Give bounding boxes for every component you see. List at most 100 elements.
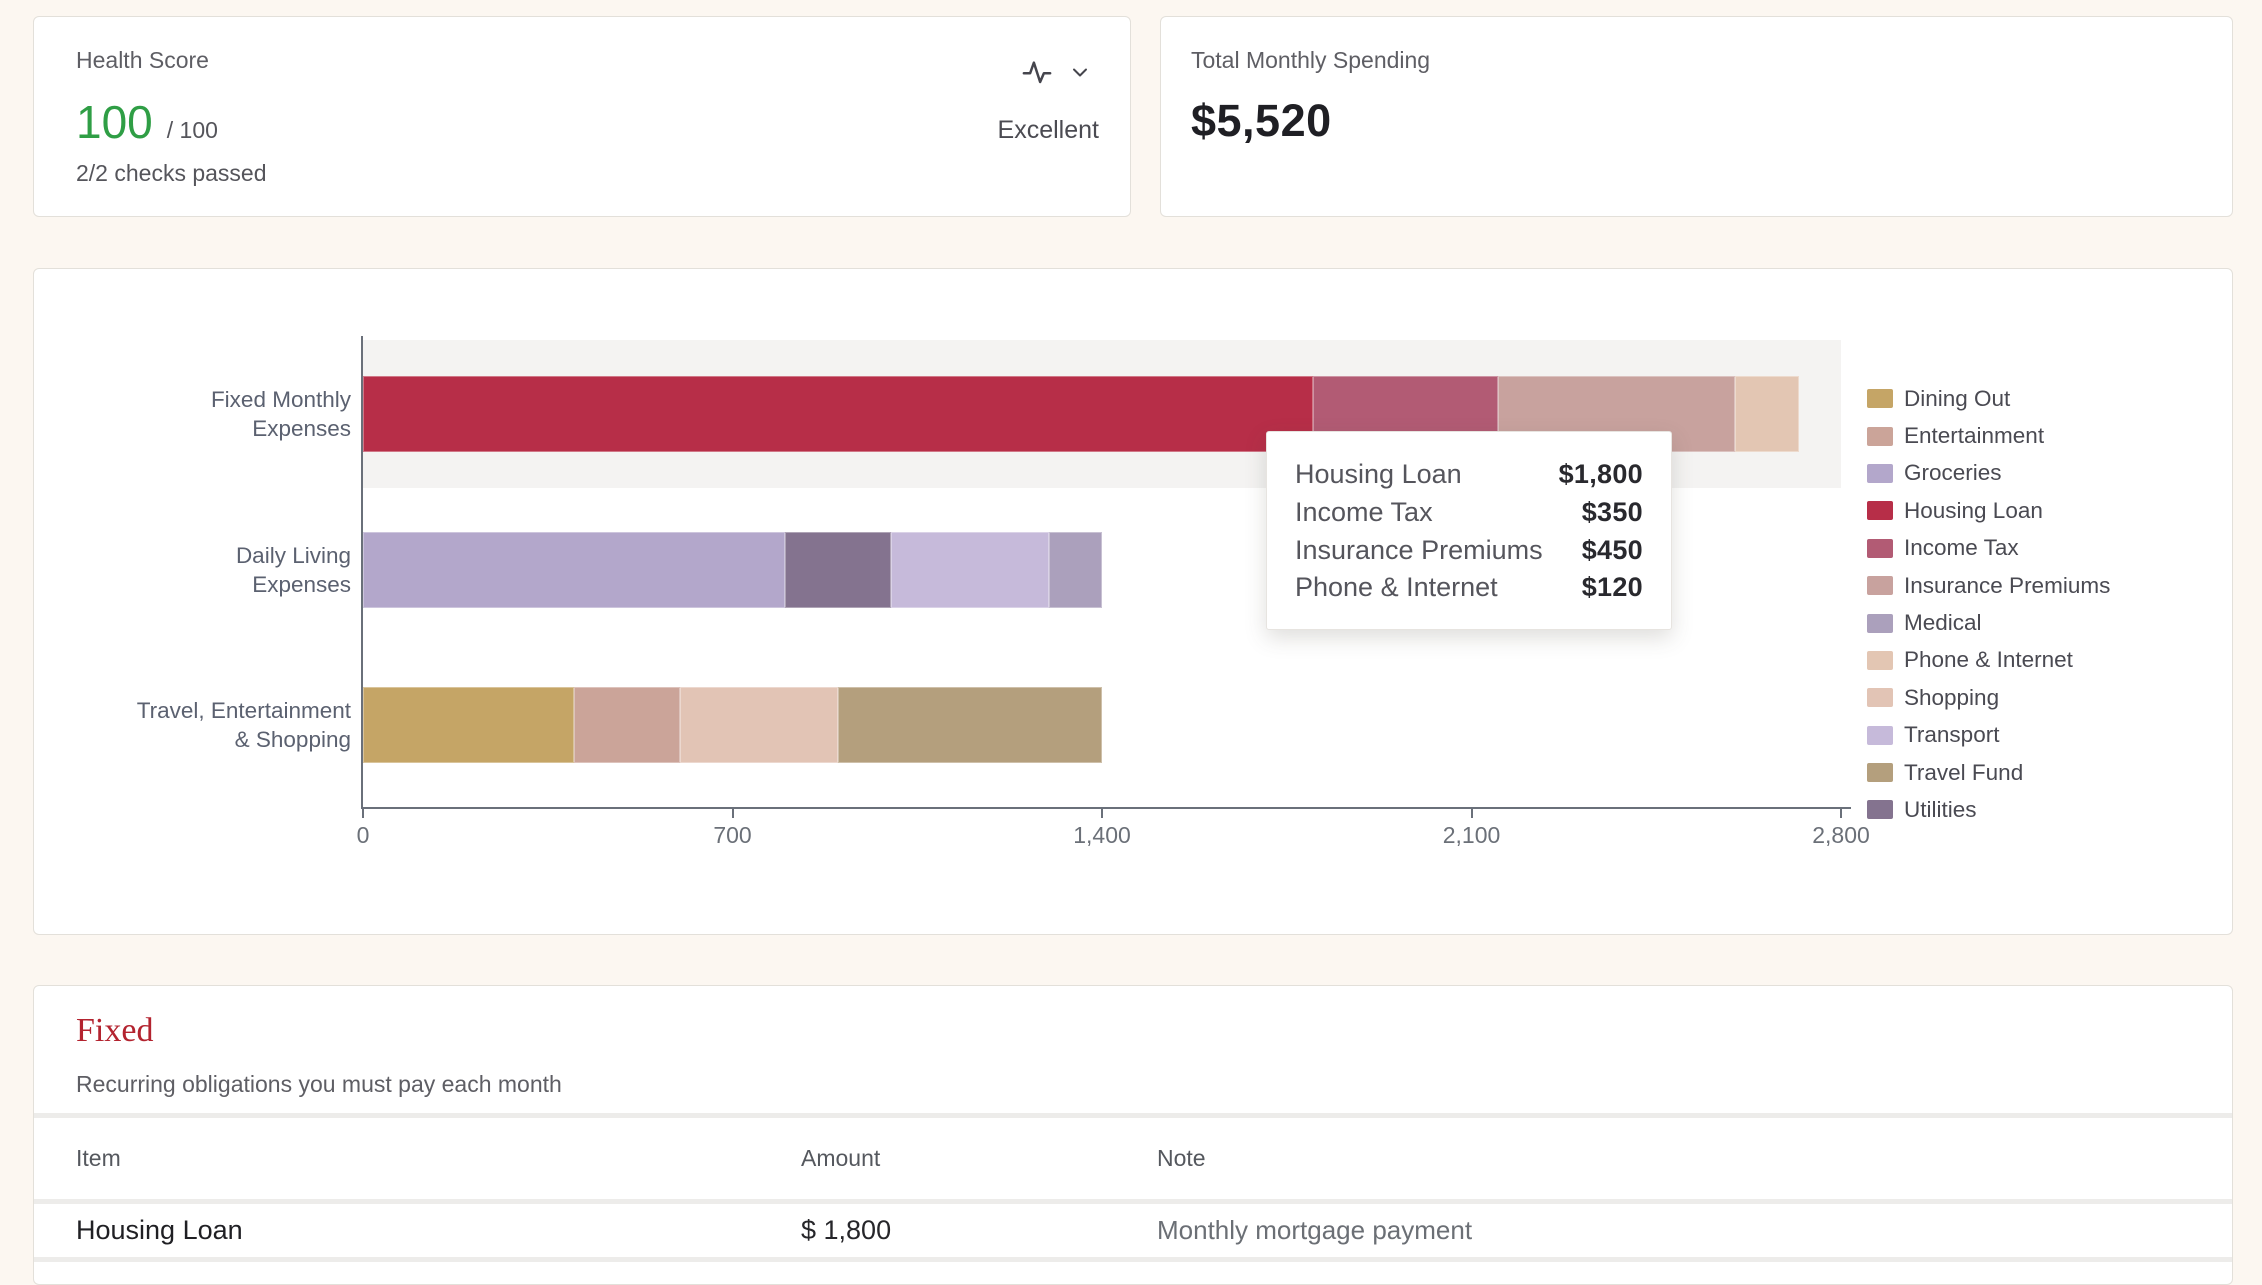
- bar-segment-utilities[interactable]: [785, 532, 891, 608]
- legend-item-entertainment: Entertainment: [1867, 417, 2110, 454]
- column-header-item: Item: [76, 1118, 121, 1199]
- legend-swatch: [1867, 389, 1893, 408]
- tooltip-label: Insurance Premiums: [1295, 535, 1543, 566]
- legend-item-housing-loan: Housing Loan: [1867, 492, 2110, 529]
- legend-item-transport: Transport: [1867, 717, 2110, 754]
- bar-segment-transport[interactable]: [891, 532, 1049, 608]
- legend-item-utilities: Utilities: [1867, 791, 2110, 828]
- category-labels: Fixed MonthlyExpenses Daily LivingExpense…: [34, 340, 351, 807]
- bar-segment-phone-internet[interactable]: [1735, 376, 1798, 452]
- health-score-max: / 100: [167, 117, 218, 144]
- divider: [34, 1257, 2232, 1262]
- x-axis-tick: [732, 809, 734, 818]
- legend-item-travel-fund: Travel Fund: [1867, 754, 2110, 791]
- legend-item-shopping: Shopping: [1867, 679, 2110, 716]
- stacked-bar-daily-living-expenses: [363, 532, 1102, 608]
- bar-segment-travel-fund[interactable]: [838, 687, 1102, 763]
- health-score-menu[interactable]: [1022, 57, 1092, 87]
- section-title: Fixed: [76, 1012, 153, 1050]
- x-axis-tick-label: 2,100: [1443, 822, 1501, 849]
- legend-swatch: [1867, 651, 1893, 670]
- bar-segment-groceries[interactable]: [363, 532, 785, 608]
- bar-segment-shopping[interactable]: [680, 687, 838, 763]
- chevron-down-icon[interactable]: [1068, 60, 1092, 84]
- legend-item-groceries: Groceries: [1867, 455, 2110, 492]
- table-cell-item: Housing Loan: [76, 1204, 243, 1257]
- chart-legend: Dining Out Entertainment Groceries Housing …: [1867, 380, 2110, 829]
- divider: [34, 1199, 2232, 1204]
- health-score-value-row: 100 / 100: [76, 99, 218, 145]
- legend-label: Housing Loan: [1904, 498, 2043, 524]
- x-axis-tick-label: 1,400: [1073, 822, 1131, 849]
- stacked-bar-travel-entertainment-shopping: [363, 687, 1102, 763]
- x-axis-tick-label: 2,800: [1812, 822, 1870, 849]
- tooltip-value: $1,800: [1559, 459, 1643, 490]
- legend-swatch: [1867, 501, 1893, 520]
- legend-swatch: [1867, 688, 1893, 707]
- legend-swatch: [1867, 614, 1893, 633]
- legend-swatch: [1867, 539, 1893, 558]
- tooltip-value: $350: [1582, 497, 1643, 528]
- x-axis-line: [361, 807, 1851, 809]
- legend-swatch: [1867, 427, 1893, 446]
- legend-label: Phone & Internet: [1904, 647, 2073, 673]
- table-cell-amount: $ 1,800: [801, 1204, 891, 1257]
- x-axis-tick: [1840, 809, 1842, 818]
- total-spending-title: Total Monthly Spending: [1191, 47, 1430, 74]
- legend-item-income-tax: Income Tax: [1867, 530, 2110, 567]
- legend-label: Shopping: [1904, 685, 1999, 711]
- x-axis-tick-label: 700: [713, 822, 751, 849]
- tooltip-label: Housing Loan: [1295, 459, 1462, 490]
- tooltip-row-housing-loan: Housing Loan $1,800: [1295, 456, 1643, 494]
- legend-swatch: [1867, 576, 1893, 595]
- bar-segment-dining-out[interactable]: [363, 687, 574, 763]
- category-label-travel-entertainment-shopping: Travel, Entertainment& Shopping: [34, 696, 351, 754]
- legend-swatch: [1867, 464, 1893, 483]
- table-cell-note: Monthly mortgage payment: [1157, 1204, 1472, 1257]
- legend-swatch: [1867, 763, 1893, 782]
- bar-segment-housing-loan[interactable]: [363, 376, 1313, 452]
- tooltip-label: Phone & Internet: [1295, 572, 1498, 603]
- x-axis-tick: [362, 809, 364, 818]
- legend-swatch: [1867, 800, 1893, 819]
- category-label-fixed-monthly-expenses: Fixed MonthlyExpenses: [34, 385, 351, 443]
- legend-label: Insurance Premiums: [1904, 573, 2110, 599]
- category-label-daily-living-expenses: Daily LivingExpenses: [34, 541, 351, 599]
- health-score-card: Health Score 100 / 100 2/2 checks passed…: [33, 16, 1131, 217]
- tooltip-row-phone-internet: Phone & Internet $120: [1295, 569, 1643, 607]
- legend-label: Entertainment: [1904, 423, 2044, 449]
- total-spending-card: Total Monthly Spending $5,520: [1160, 16, 2233, 217]
- tooltip-row-income-tax: Income Tax $350: [1295, 494, 1643, 532]
- activity-pulse-icon[interactable]: [1022, 57, 1052, 87]
- health-score-title: Health Score: [76, 47, 209, 74]
- section-subtitle: Recurring obligations you must pay each …: [76, 1071, 562, 1098]
- tooltip-value: $120: [1582, 572, 1643, 603]
- legend-swatch: [1867, 726, 1893, 745]
- bar-segment-medical[interactable]: [1049, 532, 1102, 608]
- legend-item-insurance-premiums: Insurance Premiums: [1867, 567, 2110, 604]
- fixed-expenses-card: Fixed Recurring obligations you must pay…: [33, 985, 2233, 1285]
- y-axis-line: [361, 336, 363, 809]
- chart-tooltip: Housing Loan $1,800 Income Tax $350 Insuranc…: [1266, 431, 1672, 630]
- legend-label: Dining Out: [1904, 386, 2010, 412]
- health-score-value: 100: [76, 99, 153, 145]
- legend-label: Transport: [1904, 722, 1999, 748]
- legend-label: Utilities: [1904, 797, 1977, 823]
- x-axis-tick: [1101, 809, 1103, 818]
- legend-label: Medical: [1904, 610, 1982, 636]
- legend-label: Income Tax: [1904, 535, 2019, 561]
- x-axis-tick: [1471, 809, 1473, 818]
- legend-item-phone-internet: Phone & Internet: [1867, 642, 2110, 679]
- tooltip-label: Income Tax: [1295, 497, 1433, 528]
- divider: [34, 1113, 2232, 1118]
- legend-item-medical: Medical: [1867, 604, 2110, 641]
- column-header-note: Note: [1157, 1118, 1206, 1199]
- legend-label: Groceries: [1904, 460, 2002, 486]
- health-score-status: Excellent: [998, 116, 1099, 145]
- bar-segment-entertainment[interactable]: [574, 687, 680, 763]
- legend-label: Travel Fund: [1904, 760, 2023, 786]
- legend-item-dining-out: Dining Out: [1867, 380, 2110, 417]
- total-spending-value: $5,520: [1191, 95, 1332, 147]
- column-header-amount: Amount: [801, 1118, 880, 1199]
- tooltip-value: $450: [1582, 535, 1643, 566]
